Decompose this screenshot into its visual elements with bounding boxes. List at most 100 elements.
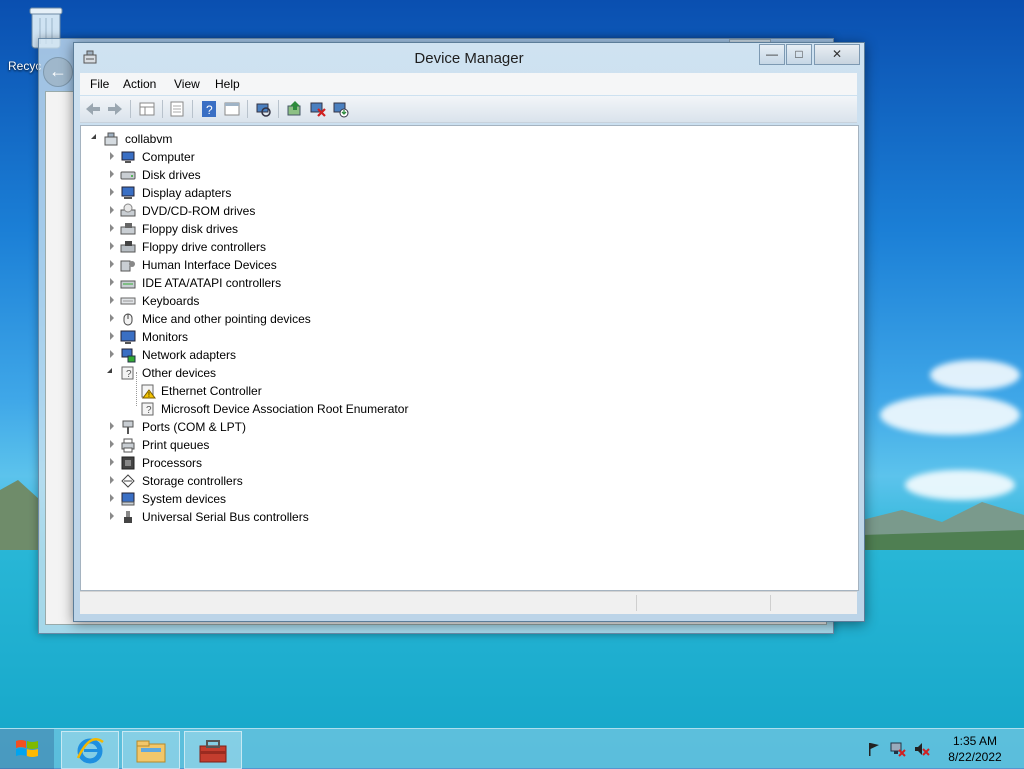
clock-time: 1:35 AM [952, 734, 998, 748]
toolbar-separator [278, 100, 279, 118]
expand-arrow-icon[interactable] [110, 206, 114, 214]
collapse-arrow-icon[interactable] [91, 134, 96, 139]
maximize-button[interactable]: □ [786, 44, 812, 65]
start-button[interactable] [0, 729, 54, 769]
taskbar-internet-explorer[interactable] [61, 731, 119, 769]
expand-arrow-icon[interactable] [110, 278, 114, 286]
dvd-icon [120, 203, 136, 217]
folder-icon [136, 740, 166, 763]
toolbar-separator [192, 100, 193, 118]
back-arrow-icon[interactable]: ← [43, 57, 73, 87]
tree-category-label: Mice and other pointing devices [142, 312, 311, 326]
tree-category-label: System devices [142, 492, 227, 506]
toolbar-separator [247, 100, 248, 118]
expand-arrow-icon[interactable] [110, 260, 114, 268]
tree-category-label: Print queues [142, 438, 210, 452]
system-clock[interactable]: 1:35 AM 8/22/2022 [940, 733, 1010, 765]
tree-category-label: Human Interface Devices [142, 258, 277, 272]
toolbox-icon [199, 740, 227, 763]
back-icon[interactable] [84, 100, 102, 118]
tree-category-label: Network adapters [142, 348, 237, 362]
menu-view[interactable]: View [174, 77, 200, 91]
tree-category-label: Keyboards [142, 294, 200, 308]
title-bar[interactable]: Device Manager — □ ✕ [74, 43, 864, 73]
storage-icon [121, 474, 135, 488]
update-driver-icon[interactable] [286, 100, 304, 118]
expand-arrow-icon[interactable] [110, 494, 114, 502]
svg-text:?: ? [206, 103, 213, 117]
expand-arrow-icon[interactable] [110, 152, 114, 160]
ide-icon [120, 280, 136, 289]
menu-action[interactable]: Action [123, 77, 156, 91]
warning-device-icon: ! [141, 384, 156, 399]
volume-muted-icon[interactable] [914, 741, 930, 757]
menu-file[interactable]: File [90, 77, 109, 91]
tree-category-label: Processors [142, 456, 203, 470]
properties-grid-icon[interactable] [138, 100, 156, 118]
device-tree[interactable]: collabvm Computer Disk drives Display adap… [80, 125, 859, 591]
unknown-device-icon: ? [121, 366, 134, 380]
tree-category-label: DVD/CD-ROM drives [142, 204, 256, 218]
tree-guide-line [136, 372, 137, 406]
tree-category-label: Storage controllers [142, 474, 243, 488]
monitor-icon [120, 330, 136, 344]
floppy-controller-icon [120, 241, 136, 253]
status-divider [636, 595, 637, 611]
window-title: Device Manager [414, 50, 524, 67]
keyboard-icon [120, 297, 136, 305]
expand-arrow-icon[interactable] [110, 350, 114, 358]
expand-arrow-icon[interactable] [110, 188, 114, 196]
expand-arrow-icon[interactable] [110, 440, 114, 448]
menu-bar: File Action View Help [80, 73, 857, 95]
device-manager-window[interactable]: Device Manager — □ ✕ File Action View He… [73, 42, 865, 622]
minimize-button[interactable]: — [759, 44, 785, 65]
computer-icon [121, 151, 135, 163]
taskbar-file-explorer[interactable] [122, 731, 180, 769]
expand-arrow-icon[interactable] [110, 332, 114, 340]
taskbar-device-manager[interactable] [184, 731, 242, 769]
view-icon[interactable] [223, 100, 241, 118]
tree-category-label: Ports (COM & LPT) [142, 420, 247, 434]
toolbar-separator [130, 100, 131, 118]
expand-arrow-icon[interactable] [110, 458, 114, 466]
system-icon [121, 492, 135, 506]
svg-text:?: ? [146, 405, 152, 416]
close-button[interactable]: ✕ [814, 44, 860, 65]
internet-explorer-icon [76, 738, 104, 764]
display-adapter-icon [121, 186, 135, 199]
tree-category-label: Computer [142, 150, 195, 164]
clock-date: 8/22/2022 [948, 750, 1002, 764]
floppy-icon [120, 223, 136, 235]
help-icon[interactable]: ? [200, 100, 218, 118]
expand-arrow-icon[interactable] [110, 242, 114, 250]
uninstall-icon[interactable] [309, 100, 327, 118]
tree-device-label: Ethernet Controller [161, 384, 262, 398]
expand-arrow-icon[interactable] [110, 512, 114, 520]
menu-help[interactable]: Help [215, 77, 240, 91]
tree-category-label: Monitors [142, 330, 189, 344]
port-icon [122, 420, 134, 434]
expand-arrow-icon[interactable] [110, 296, 114, 304]
expand-arrow-icon[interactable] [110, 422, 114, 430]
forward-icon[interactable] [106, 100, 124, 118]
taskbar: 1:35 AM 8/22/2022 [0, 728, 1024, 769]
tree-category-label: Disk drives [142, 168, 201, 182]
collapse-arrow-icon[interactable] [107, 368, 112, 373]
enable-device-icon[interactable] [332, 100, 350, 118]
expand-arrow-icon[interactable] [110, 314, 114, 322]
scan-icon[interactable] [254, 100, 272, 118]
tree-root-label: collabvm [125, 132, 173, 146]
expand-arrow-icon[interactable] [110, 224, 114, 232]
svg-text:!: ! [148, 392, 150, 399]
action-center-flag-icon[interactable] [866, 741, 882, 757]
expand-arrow-icon[interactable] [110, 476, 114, 484]
show-hide-icon[interactable] [168, 100, 186, 118]
printer-icon [121, 438, 135, 453]
network-disconnected-icon[interactable] [890, 741, 906, 757]
expand-arrow-icon[interactable] [110, 170, 114, 178]
computer-root-icon [104, 132, 118, 146]
mouse-icon [123, 313, 133, 326]
toolbar: ? [80, 96, 857, 123]
mountain-left [0, 480, 40, 550]
tree-category-label: Floppy drive controllers [142, 240, 267, 254]
